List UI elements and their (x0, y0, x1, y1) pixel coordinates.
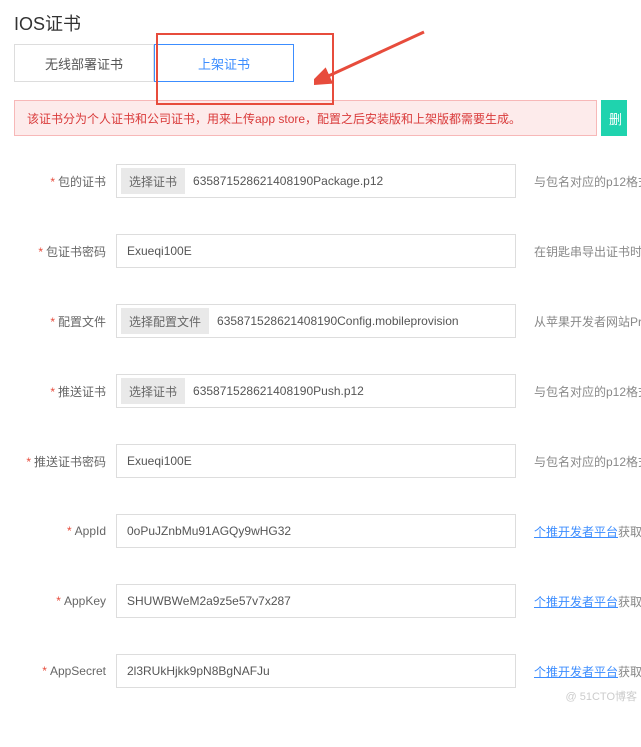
tabs: 无线部署证书 上架证书 (0, 44, 641, 100)
value-config: 635871528621408190Config.mobileprovision (217, 314, 459, 328)
input-appsecret[interactable] (121, 655, 511, 687)
notice-text: 该证书分为个人证书和公司证书，用来上传app store，配置之后安装版和上架版… (14, 100, 597, 136)
label-appid: AppId (75, 524, 106, 538)
hint-config: 从苹果开发者网站Prov (516, 313, 641, 330)
field-config[interactable]: 选择配置文件 635871528621408190Config.mobilepr… (116, 304, 516, 338)
page-title: IOS证书 (0, 0, 641, 44)
link-getui-3[interactable]: 个推开发者平台 (534, 665, 618, 679)
hint-appkey: 个推开发者平台获取的 (516, 593, 641, 610)
label-appkey: AppKey (64, 594, 106, 608)
field-push-pwd[interactable] (116, 444, 516, 478)
input-push-pwd[interactable] (121, 445, 511, 477)
field-appkey[interactable] (116, 584, 516, 618)
value-pkg-cert: 635871528621408190Package.p12 (193, 174, 383, 188)
tab-wireless-deploy[interactable]: 无线部署证书 (14, 44, 154, 82)
hint-pkg-pwd: 在钥匙串导出证书时填 (516, 243, 641, 260)
input-appkey[interactable] (121, 585, 511, 617)
tab-publish-cert[interactable]: 上架证书 (154, 44, 294, 82)
label-pkg-pwd: 包证书密码 (46, 245, 106, 259)
link-getui-1[interactable]: 个推开发者平台 (534, 525, 618, 539)
hint-appsecret: 个推开发者平台获取的 (516, 663, 641, 680)
label-pkg-cert: 包的证书 (58, 175, 106, 189)
input-appid[interactable] (121, 515, 511, 547)
label-config: 配置文件 (58, 315, 106, 329)
field-appid[interactable] (116, 514, 516, 548)
field-pkg-pwd[interactable] (116, 234, 516, 268)
delete-button[interactable]: 删 (601, 100, 627, 136)
watermark: @ 51CTO博客 (566, 688, 637, 704)
select-push-cert-button[interactable]: 选择证书 (121, 378, 185, 404)
value-push-cert: 635871528621408190Push.p12 (193, 384, 364, 398)
hint-push-pwd: 与包名对应的p12格式 (516, 453, 641, 470)
link-getui-2[interactable]: 个推开发者平台 (534, 595, 618, 609)
label-appsecret: AppSecret (50, 664, 106, 678)
field-appsecret[interactable] (116, 654, 516, 688)
label-push-pwd: 推送证书密码 (34, 455, 106, 469)
select-cert-button[interactable]: 选择证书 (121, 168, 185, 194)
select-config-button[interactable]: 选择配置文件 (121, 308, 209, 334)
form: *包的证书 选择证书 635871528621408190Package.p12… (0, 164, 641, 708)
field-pkg-cert[interactable]: 选择证书 635871528621408190Package.p12 (116, 164, 516, 198)
input-pkg-pwd[interactable] (121, 235, 511, 267)
hint-pkg-cert: 与包名对应的p12格式 (516, 173, 641, 190)
label-push-cert: 推送证书 (58, 385, 106, 399)
hint-push-cert: 与包名对应的p12格式 (516, 383, 641, 400)
field-push-cert[interactable]: 选择证书 635871528621408190Push.p12 (116, 374, 516, 408)
hint-appid: 个推开发者平台获取的 (516, 523, 641, 540)
notice-row: 该证书分为个人证书和公司证书，用来上传app store，配置之后安装版和上架版… (14, 100, 627, 136)
